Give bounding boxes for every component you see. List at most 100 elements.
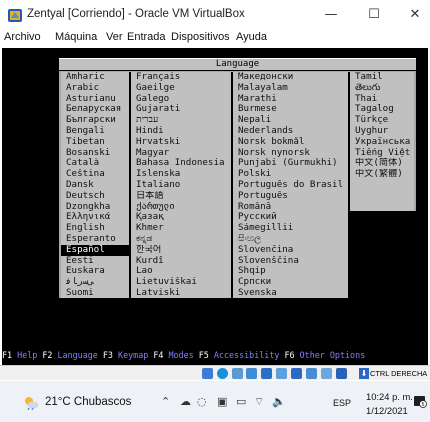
battery-icon[interactable]: ▭ [236, 395, 246, 408]
fkey-keymap-label[interactable]: Keymap [118, 350, 148, 360]
language-option[interactable]: සිංහල [233, 234, 348, 245]
fkey-f5[interactable]: F5 [199, 350, 209, 360]
language-option[interactable]: Български [61, 115, 129, 126]
fkey-help-label[interactable]: Help [17, 350, 37, 360]
window-titlebar[interactable]: Zentyal [Corriendo] - Oracle VM VirtualB… [0, 0, 430, 30]
language-option[interactable]: Svenska [233, 288, 348, 299]
language-option[interactable]: Ελληνικά [61, 212, 129, 223]
language-option[interactable]: Polski [233, 169, 348, 180]
language-option[interactable]: Khmer [131, 223, 231, 234]
language-option[interactable]: Sámegillii [233, 223, 348, 234]
language-option[interactable]: Српски [233, 277, 348, 288]
notifications-icon[interactable]: 5 [413, 394, 427, 408]
language-option[interactable]: 中文(简体) [350, 158, 414, 169]
wifi-icon[interactable]: ⌔ [254, 395, 264, 409]
language-option[interactable]: Kurdî [131, 256, 231, 267]
language-option[interactable]: Tagalog [350, 104, 414, 115]
chevron-up-icon[interactable]: ⌃ [161, 395, 170, 408]
language-option[interactable]: Deutsch [61, 191, 129, 202]
clock-date[interactable]: 1/12/2021 [366, 405, 408, 416]
language-option[interactable]: ქართული [131, 202, 231, 213]
language-option[interactable]: Norsk nynorsk [233, 148, 348, 159]
language-option[interactable]: Dansk [61, 180, 129, 191]
chat-icon[interactable]: ◌ [197, 395, 207, 408]
fkey-modes-label[interactable]: Modes [168, 350, 193, 360]
photos-icon[interactable]: ▣ [217, 395, 227, 408]
language-option[interactable]: Bengali [61, 126, 129, 137]
fkey-other-options-label[interactable]: Other Options [300, 350, 366, 360]
language-option[interactable]: Čeština [61, 169, 129, 180]
usb-icon[interactable] [261, 368, 272, 379]
language-option[interactable]: ﻰﺳﺭﺎﻓ [61, 277, 129, 288]
language-option[interactable]: Marathi [233, 94, 348, 105]
volume-icon[interactable]: 🔈 [272, 395, 286, 408]
shared-folders-icon[interactable] [276, 368, 287, 379]
fkey-f2[interactable]: F2 [42, 350, 52, 360]
optical-drive-icon[interactable] [217, 368, 228, 379]
language-option[interactable]: Euskara [61, 266, 129, 277]
menu-entrada[interactable]: Entrada [127, 31, 166, 43]
fkey-f3[interactable]: F3 [103, 350, 113, 360]
language-option[interactable]: Română [233, 202, 348, 213]
language-option[interactable]: Hindi [131, 126, 231, 137]
language-option[interactable]: Slovenščina [233, 256, 348, 267]
fkey-f1[interactable]: F1 [2, 350, 12, 360]
language-option[interactable]: Português do Brasil [233, 180, 348, 191]
language-option[interactable]: Malayalam [233, 83, 348, 94]
weather-label[interactable]: 21°C Chubascos [45, 396, 131, 408]
language-option[interactable]: Беларуская [61, 104, 129, 115]
language-option[interactable]: Amharic [61, 72, 129, 83]
menu-dispositivos[interactable]: Dispositivos [171, 31, 230, 43]
language-option[interactable]: Bosanski [61, 148, 129, 159]
language-option[interactable]: English [61, 223, 129, 234]
input-language-indicator[interactable]: ESP [333, 398, 351, 408]
minimize-button[interactable]: — [321, 5, 341, 25]
maximize-button[interactable]: ☐ [364, 5, 384, 25]
language-option[interactable]: Slovenčina [233, 245, 348, 256]
language-option[interactable]: Magyar [131, 148, 231, 159]
language-option[interactable]: Nepali [233, 115, 348, 126]
language-option[interactable]: Uyghur [350, 126, 414, 137]
fkey-f6[interactable]: F6 [285, 350, 295, 360]
language-option[interactable]: Dzongkha [61, 202, 129, 213]
language-option[interactable]: ಕನ್ನಡ [131, 234, 231, 245]
display-icon[interactable] [291, 368, 302, 379]
language-option-selected[interactable]: Español [61, 244, 129, 256]
language-option[interactable]: Français [131, 72, 231, 83]
language-option[interactable]: Hrvatski [131, 137, 231, 148]
menu-ver[interactable]: Ver [106, 31, 123, 43]
language-option[interactable]: Tamil [350, 72, 414, 83]
cpu-icon[interactable] [321, 368, 332, 379]
language-option[interactable]: Íslenska [131, 169, 231, 180]
language-option[interactable]: Македонски [233, 72, 348, 83]
language-option[interactable]: Lao [131, 266, 231, 277]
language-option[interactable]: Русский [233, 212, 348, 223]
onedrive-icon[interactable]: ☁ [180, 395, 191, 408]
language-option[interactable]: Burmese [233, 104, 348, 115]
fkey-language-label[interactable]: Language [58, 350, 98, 360]
language-option[interactable]: Català [61, 158, 129, 169]
language-option[interactable]: 한국어 [131, 245, 231, 256]
language-option[interactable]: Suomi [61, 288, 129, 299]
menu-maquina[interactable]: Máquina [55, 31, 97, 43]
language-option[interactable]: Bahasa Indonesia [131, 158, 231, 169]
mouse-integration-icon[interactable] [336, 368, 347, 379]
language-option[interactable]: 中文(繁體) [350, 169, 414, 180]
language-option[interactable]: Қазақ [131, 212, 231, 223]
language-option[interactable]: 日本語 [131, 191, 231, 202]
language-option[interactable]: Nederlands [233, 126, 348, 137]
fkey-f4[interactable]: F4 [153, 350, 163, 360]
language-option[interactable]: Eesti [61, 256, 129, 267]
language-option[interactable]: Українська [350, 137, 414, 148]
network-icon[interactable] [246, 368, 257, 379]
close-button[interactable]: ✕ [405, 5, 425, 25]
audio-icon[interactable] [232, 368, 243, 379]
language-option[interactable]: Lietuviškai [131, 277, 231, 288]
menu-archivo[interactable]: Archivo [4, 31, 41, 43]
language-option[interactable]: Gujarati [131, 104, 231, 115]
language-option[interactable]: Gaeilge [131, 83, 231, 94]
language-option[interactable]: Tiếng Việt [350, 148, 414, 159]
hard-disk-icon[interactable] [202, 368, 213, 379]
language-option[interactable]: Asturianu [61, 94, 129, 105]
weather-icon[interactable] [23, 396, 39, 410]
